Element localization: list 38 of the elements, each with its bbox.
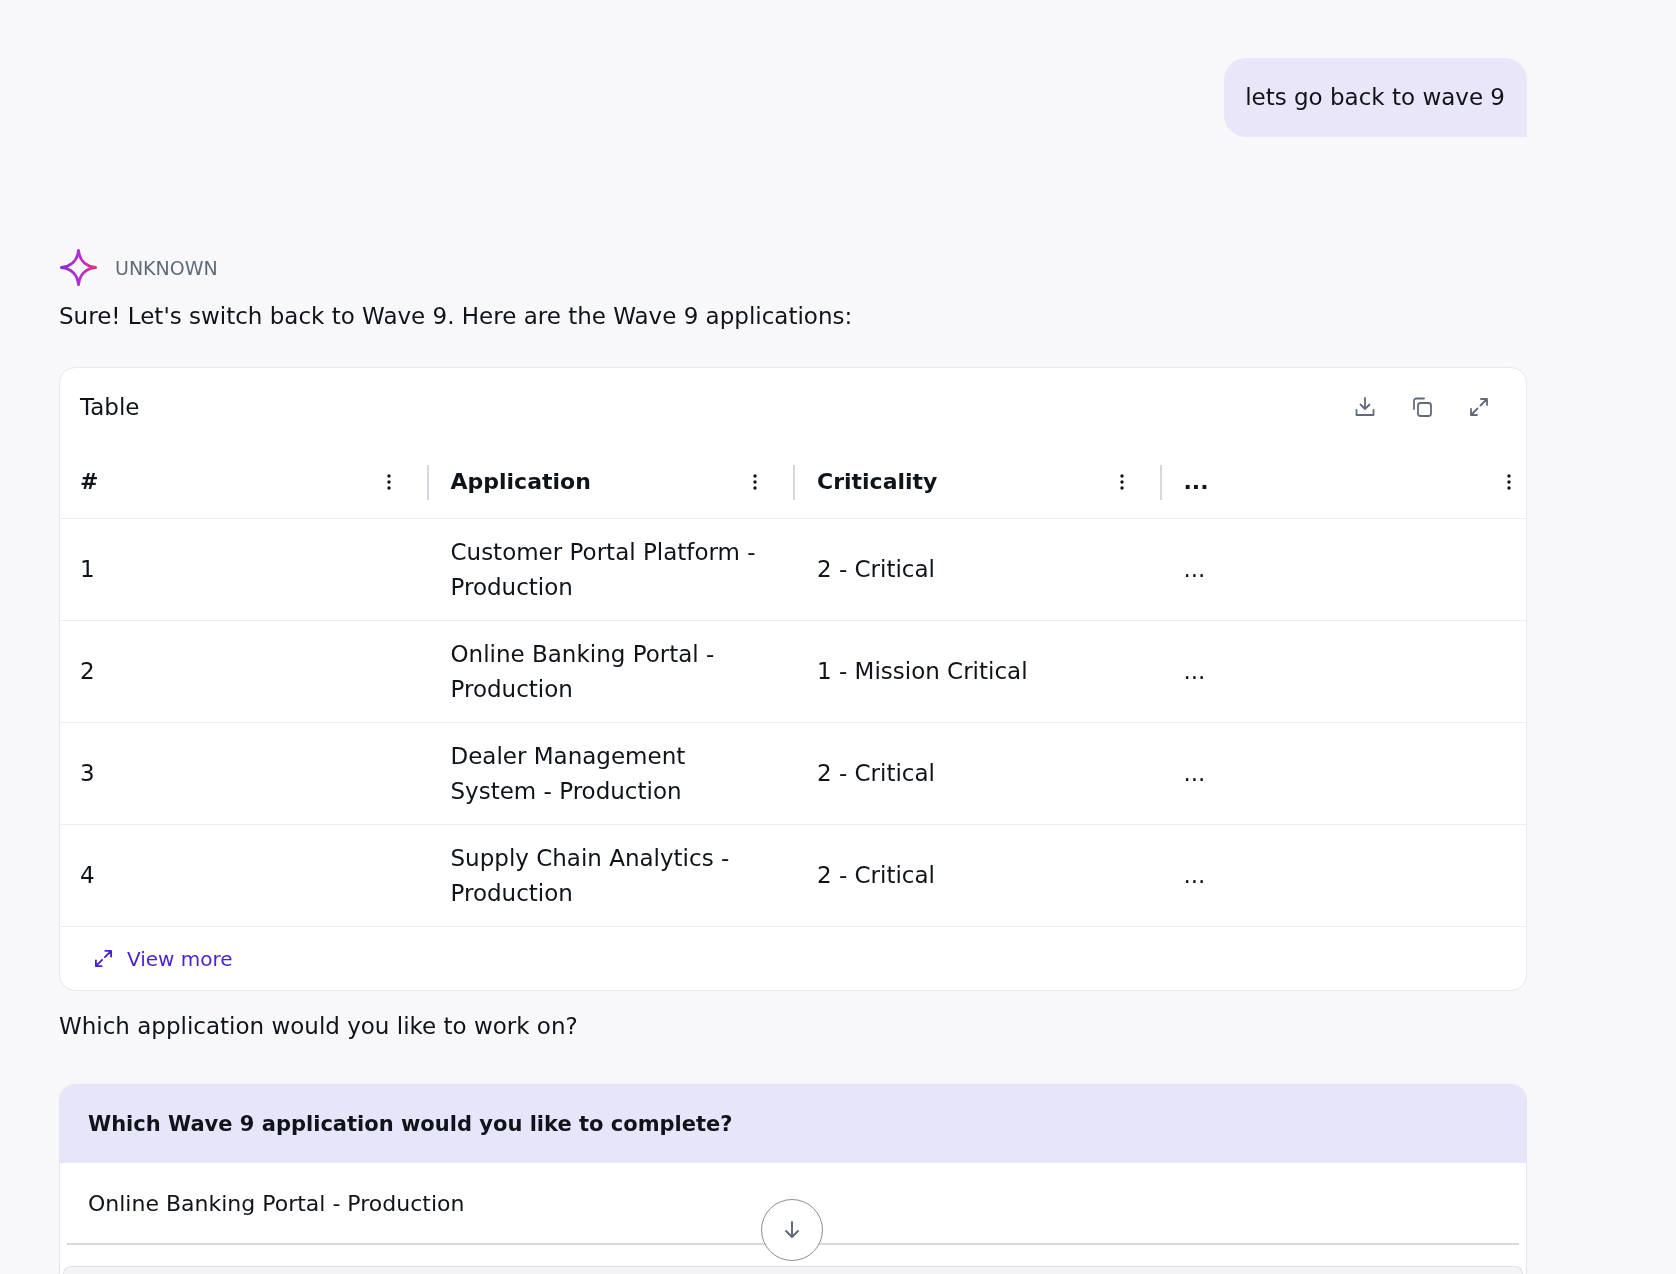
column-header: Criticality (817, 468, 939, 496)
table-cell-text: ... (1182, 759, 1207, 788)
table-cell-text: 2 (79, 657, 96, 686)
download-icon[interactable] (1354, 396, 1376, 418)
option-item[interactable]: Online Banking Portal - Production (60, 1163, 1526, 1243)
table-cell-text: 1 (79, 555, 96, 584)
table-cell-text: ... (1182, 657, 1207, 686)
column-header: ... (1183, 468, 1210, 496)
kebab-menu-icon[interactable] (1119, 474, 1124, 490)
table-cell-text: ... (1182, 555, 1207, 584)
table-cell-text: 2 - Critical (816, 759, 936, 788)
question-title: Which Wave 9 application would you like to complete? (88, 1112, 733, 1136)
table-title: Table (80, 393, 140, 422)
message-text: Sure! Let's switch back to Wave 9. Here are the Wave 9 applications: (59, 302, 854, 331)
view-more-link[interactable]: View more (94, 944, 233, 973)
kebab-menu-icon[interactable] (1507, 474, 1511, 490)
table-cell-text: 4 (79, 861, 96, 890)
message-text: Which application would you like to work on? (59, 1012, 579, 1041)
assistant-name: UNKNOWN (115, 256, 218, 279)
table-cell-text: 2 - Critical (816, 861, 936, 890)
table-cell-text: 3 (79, 759, 96, 788)
table-cell-text: ... (1182, 861, 1207, 890)
kebab-menu-icon[interactable] (753, 474, 757, 490)
table-cell-text: Supply Chain Analytics - Production (449, 843, 731, 908)
table-cell-text: Online Banking Portal - Production (449, 639, 716, 704)
expand-icon[interactable] (1468, 396, 1490, 418)
column-header: # (80, 468, 100, 496)
table-cell-text: Dealer Management System - Production (449, 741, 687, 806)
column-header: Application (450, 468, 592, 496)
table-cell-text: Customer Portal Platform - Production (449, 537, 757, 602)
sparkle-icon (59, 248, 98, 287)
expand-icon (94, 949, 113, 968)
arrow-down-icon (783, 1220, 801, 1240)
table-cell-text: 2 - Critical (816, 555, 936, 584)
kebab-menu-icon[interactable] (386, 474, 391, 490)
copy-icon[interactable] (1411, 396, 1433, 418)
user-message-bubble: lets go back to wave 9 (1224, 58, 1527, 137)
table-cell-text: 1 - Mission Critical (816, 657, 1029, 686)
